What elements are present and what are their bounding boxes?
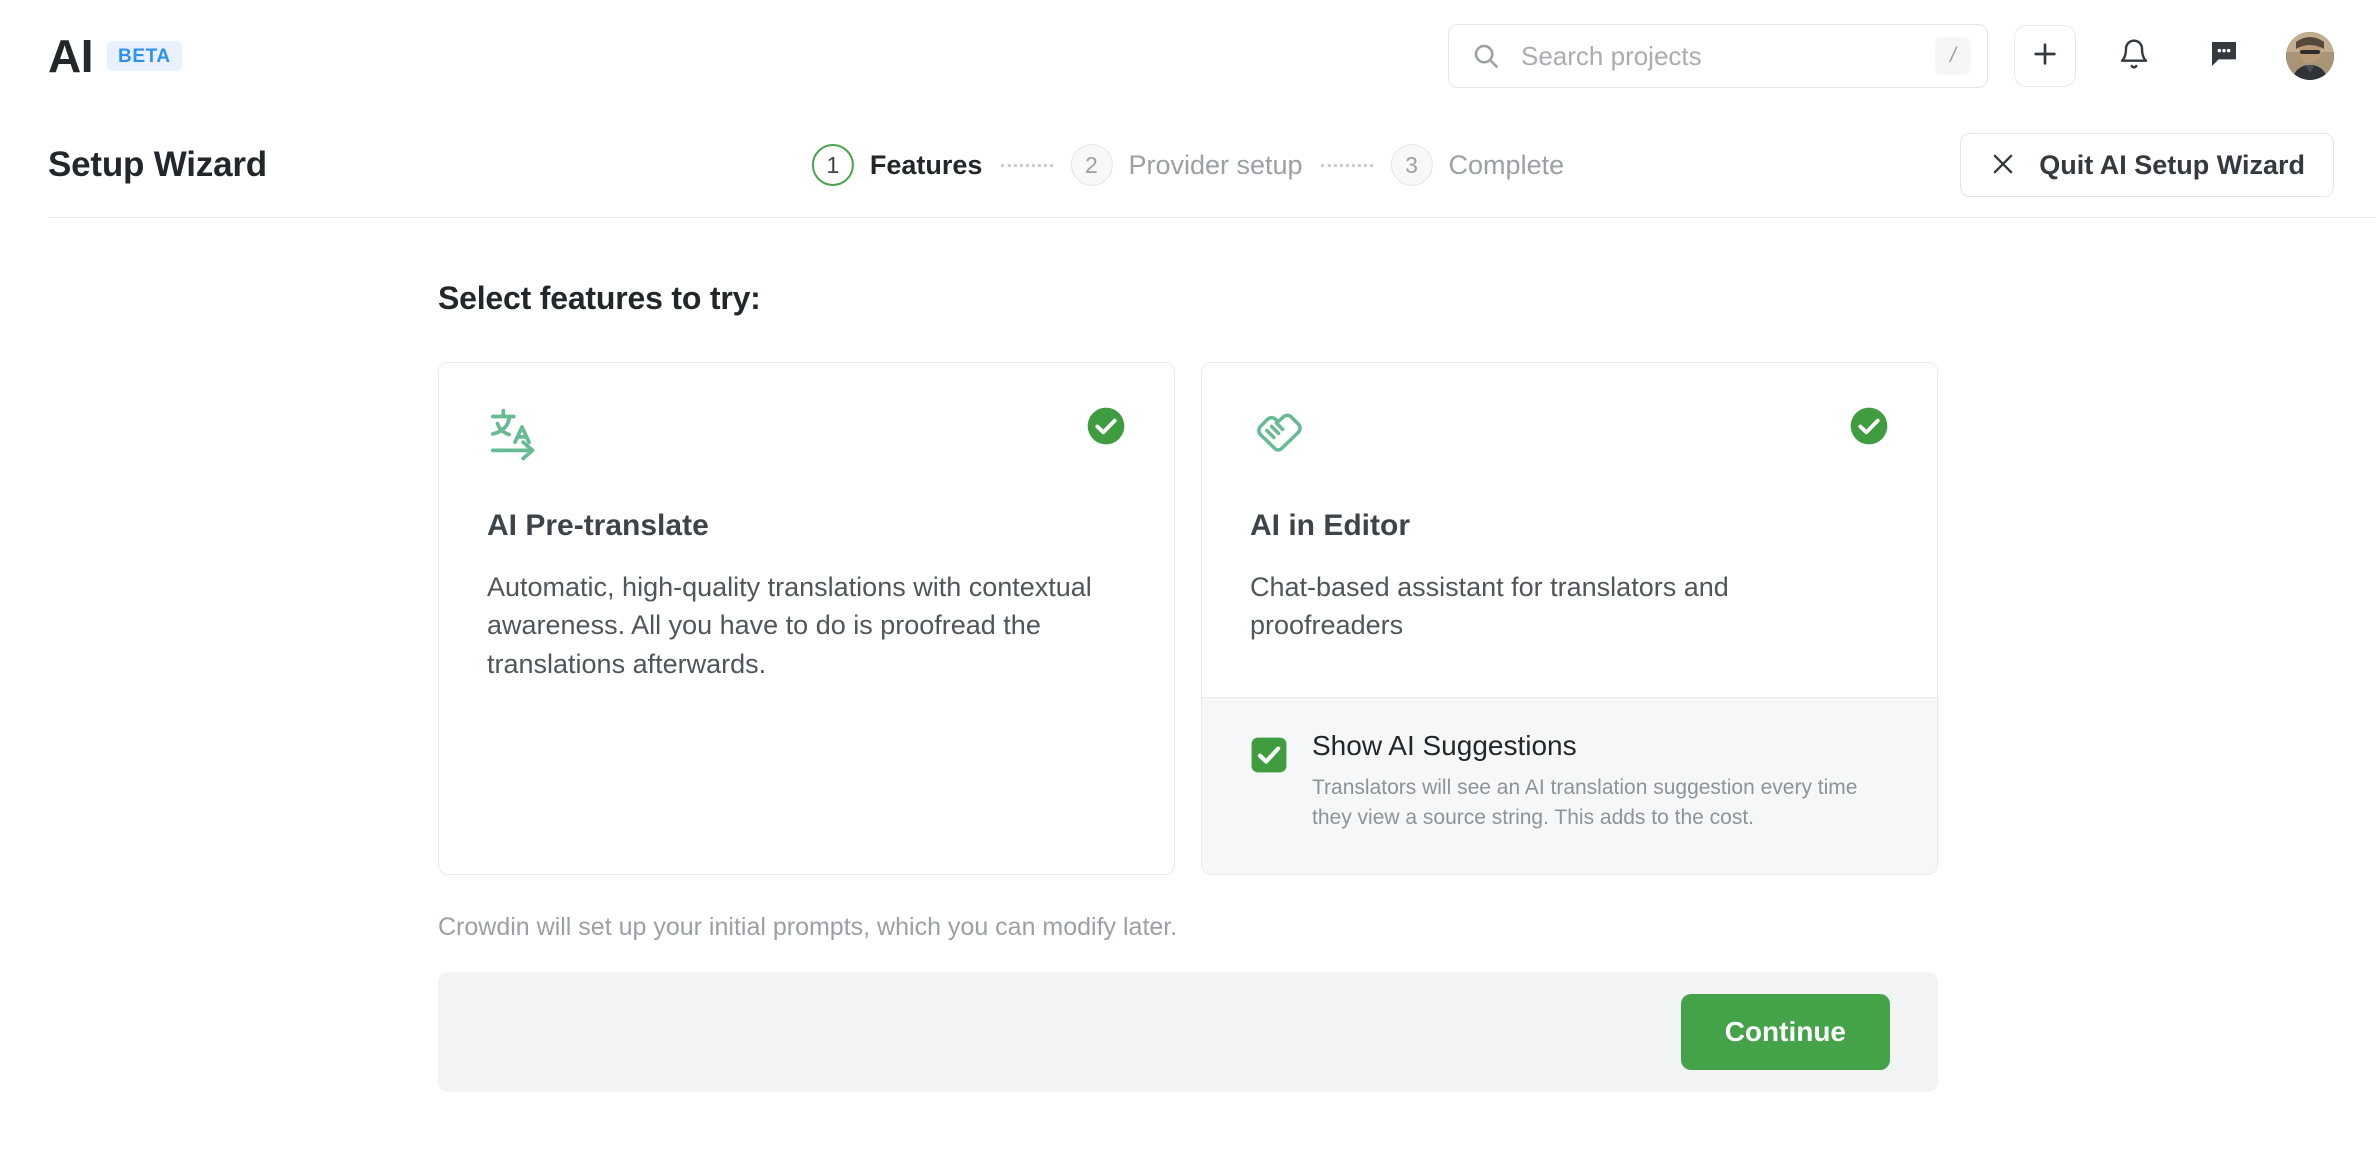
- step-separator: [1000, 163, 1053, 167]
- notifications-button[interactable]: [2106, 28, 2162, 84]
- feature-card-ai-pre-translate[interactable]: AI Pre-translate Automatic, high-quality…: [438, 362, 1175, 875]
- page-title: Setup Wizard: [48, 145, 267, 184]
- feature-card-header: [1250, 406, 1889, 467]
- wizard-stepper: 1 Features 2 Provider setup 3 Complete: [811, 144, 1565, 186]
- step-features[interactable]: 1 Features: [811, 144, 983, 186]
- search-input[interactable]: Search projects /: [1448, 24, 1988, 88]
- quit-wizard-label: Quit AI Setup Wizard: [2039, 149, 2305, 180]
- handshake-icon: [1250, 406, 1306, 467]
- show-ai-suggestions-texts: Show AI Suggestions Translators will see…: [1312, 729, 1872, 834]
- top-bar-actions: Search projects /: [1448, 24, 2334, 88]
- plus-icon: [2029, 38, 2061, 75]
- check-circle-icon: [1849, 406, 1889, 446]
- step-label: Features: [869, 149, 983, 180]
- main-content: Select features to try: AI Pre-translate…: [0, 218, 2376, 1092]
- search-shortcut-badge: /: [1935, 37, 1971, 75]
- brand-logo: AI: [48, 30, 94, 82]
- step-provider-setup[interactable]: 2 Provider setup: [1070, 144, 1303, 186]
- step-label: Provider setup: [1128, 149, 1303, 180]
- quit-wizard-button[interactable]: Quit AI Setup Wizard: [1960, 133, 2334, 197]
- step-label: Complete: [1448, 149, 1565, 180]
- feature-card-header: [487, 406, 1126, 467]
- search-icon: [1471, 41, 1501, 71]
- wizard-footer: Continue: [438, 971, 1938, 1092]
- add-button[interactable]: [2014, 25, 2076, 87]
- step-complete[interactable]: 3 Complete: [1390, 144, 1565, 186]
- setup-note: Crowdin will set up your initial prompts…: [438, 912, 1178, 941]
- check-circle-icon: [1086, 406, 1126, 446]
- step-number: 3: [1390, 144, 1433, 186]
- section-title: Select features to try:: [438, 280, 761, 316]
- bell-icon: [2118, 38, 2150, 75]
- show-ai-suggestions-option[interactable]: Show AI Suggestions Translators will see…: [1202, 696, 1937, 874]
- messages-button[interactable]: [2196, 28, 2252, 84]
- feature-card-body: AI Pre-translate Automatic, high-quality…: [439, 363, 1174, 874]
- step-number: 2: [1070, 144, 1113, 186]
- wizard-header: Setup Wizard 1 Features 2 Provider setup…: [0, 112, 2376, 218]
- brand: AI BETA: [48, 33, 182, 79]
- show-ai-suggestions-label: Show AI Suggestions: [1312, 729, 1577, 761]
- beta-badge: BETA: [107, 41, 182, 71]
- feature-card-description: Chat-based assistant for translators and…: [1250, 572, 1729, 641]
- show-ai-suggestions-checkbox[interactable]: [1250, 736, 1288, 774]
- feature-card-title: AI in Editor: [1250, 509, 1410, 542]
- translate-icon: [487, 406, 543, 467]
- continue-button[interactable]: Continue: [1680, 993, 1890, 1070]
- step-separator: [1320, 163, 1373, 167]
- close-icon: [1989, 150, 2017, 181]
- feature-card-description: Automatic, high-quality translations wit…: [487, 572, 1092, 679]
- search-placeholder: Search projects: [1521, 40, 1702, 71]
- show-ai-suggestions-description: Translators will see an AI translation s…: [1312, 775, 1858, 830]
- feature-card-list: AI Pre-translate Automatic, high-quality…: [438, 362, 1938, 875]
- avatar[interactable]: [2286, 32, 2334, 80]
- feature-card-ai-in-editor[interactable]: AI in Editor Chat-based assistant for tr…: [1201, 362, 1938, 875]
- chat-bubble-icon: [2208, 38, 2240, 75]
- feature-card-title: AI Pre-translate: [487, 509, 709, 542]
- feature-card-body: AI in Editor Chat-based assistant for tr…: [1202, 363, 1937, 697]
- top-bar: AI BETA Search projects /: [0, 0, 2376, 112]
- step-number: 1: [811, 144, 854, 186]
